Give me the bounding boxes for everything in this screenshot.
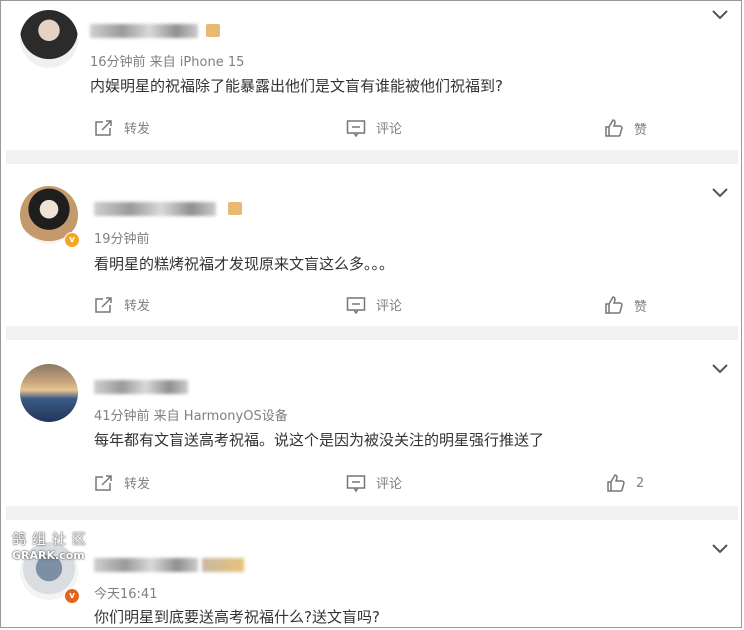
chevron-down-icon[interactable]: [712, 364, 728, 374]
comment-label: 评论: [376, 122, 403, 137]
comment-button[interactable]: 评论: [346, 118, 402, 137]
repost-label: 转发: [124, 299, 151, 314]
like-label: 赞: [634, 299, 648, 315]
chevron-down-icon[interactable]: [712, 188, 728, 198]
rank-icon: [228, 202, 242, 215]
repost-label: 转发: [124, 477, 151, 492]
verified-badge: v: [64, 232, 80, 248]
rank-icon-blurred: [202, 558, 244, 572]
site-watermark: 鸽组社区 GRARK.com: [12, 532, 92, 564]
comment-label: 评论: [376, 299, 403, 314]
rank-icon: [206, 24, 220, 37]
avatar[interactable]: [20, 364, 78, 422]
repost-icon: [95, 296, 112, 313]
separator: [6, 150, 738, 164]
username-blurred[interactable]: [94, 202, 216, 216]
separator: [6, 326, 738, 340]
repost-icon: [95, 474, 112, 491]
like-icon: [605, 119, 623, 137]
username-blurred[interactable]: [94, 558, 198, 572]
comment-button[interactable]: 评论: [346, 295, 402, 314]
username-blurred[interactable]: [90, 24, 198, 38]
comment-label: 评论: [376, 477, 403, 492]
comment-icon: [346, 474, 366, 492]
comment-text: 内娱明星的祝福除了能暴露出他们是文盲有谁能被他们祝福到?: [90, 77, 503, 95]
avatar[interactable]: [20, 10, 78, 68]
username-blurred[interactable]: [94, 380, 188, 394]
repost-button[interactable]: 转发: [94, 118, 150, 137]
comment-button[interactable]: 评论: [346, 473, 402, 492]
like-label: 赞: [634, 122, 648, 138]
separator: [6, 506, 738, 520]
comment-card-3: 41分钟前 来自 HarmonyOS设备 每年都有文盲送高考祝福。说这个是因为被…: [6, 340, 738, 506]
chevron-down-icon[interactable]: [712, 544, 728, 554]
like-button[interactable]: 2: [606, 473, 644, 493]
like-icon: [605, 296, 623, 314]
comment-text: 每年都有文盲送高考祝福。说这个是因为被没关注的明星强行推送了: [94, 431, 545, 449]
comment-card-2: v 19分钟前 看明星的糕烤祝福才发现原来文盲这么多。。。 转发 评论 赞: [6, 164, 738, 326]
watermark-url: GRARK.com: [12, 549, 85, 562]
comment-icon: [346, 119, 366, 137]
comment-text: 你们明星到底要送高考祝福什么?送文盲吗?: [94, 608, 380, 626]
comment-text: 看明星的糕烤祝福才发现原来文盲这么多。。。: [94, 255, 395, 273]
comment-card-1: 16分钟前 来自 iPhone 15 内娱明星的祝福除了能暴露出他们是文盲有谁能…: [6, 4, 738, 150]
like-button[interactable]: 赞: [604, 295, 647, 315]
comment-meta: 19分钟前: [94, 232, 150, 247]
like-icon: [607, 474, 625, 492]
verified-badge: v: [64, 588, 80, 604]
comment-icon: [346, 296, 366, 314]
chevron-down-icon[interactable]: [712, 10, 728, 20]
comment-meta: 41分钟前 来自 HarmonyOS设备: [94, 409, 288, 424]
repost-button[interactable]: 转发: [94, 473, 150, 492]
watermark-text: 鸽组社区: [12, 532, 92, 548]
like-count: 2: [636, 475, 645, 491]
comment-meta: 今天16:41: [94, 587, 158, 602]
repost-icon: [95, 119, 112, 136]
like-button[interactable]: 赞: [604, 118, 647, 138]
repost-label: 转发: [124, 122, 151, 137]
comment-card-4: v 今天16:41 你们明星到底要送高考祝福什么?送文盲吗?: [6, 520, 738, 626]
repost-button[interactable]: 转发: [94, 295, 150, 314]
comment-meta: 16分钟前 来自 iPhone 15: [90, 55, 245, 70]
